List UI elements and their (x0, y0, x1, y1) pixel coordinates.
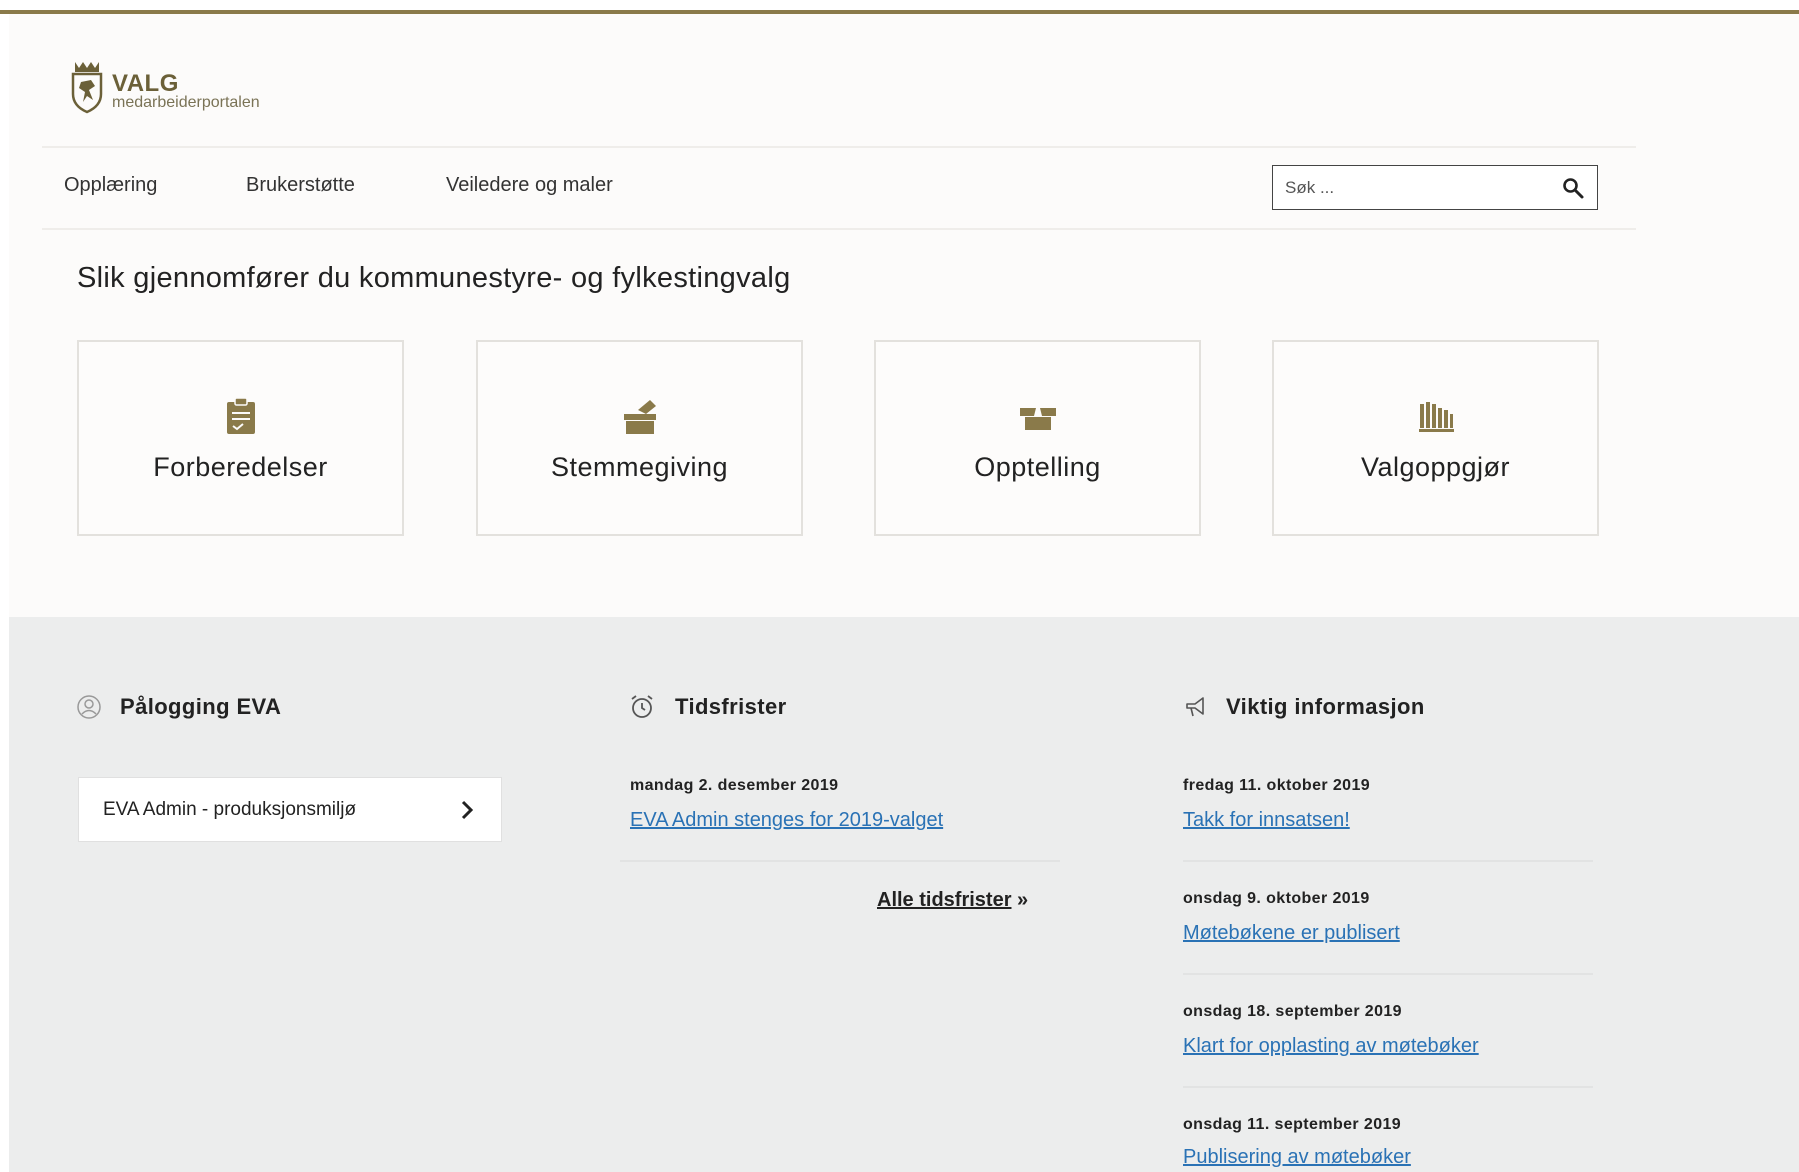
info-heading: Viktig informasjon (1226, 694, 1425, 719)
search-icon[interactable] (1561, 176, 1585, 200)
info-link[interactable]: Møtebøkene er publisert (1183, 922, 1400, 945)
info-separator (1183, 1086, 1593, 1088)
header-divider (42, 146, 1636, 148)
ballot-box-icon (623, 400, 656, 434)
alarm-clock-icon (631, 695, 653, 718)
deadlines-heading: Tidsfrister (675, 694, 787, 719)
open-box-icon (1019, 408, 1056, 430)
info-date: onsdag 9. oktober 2019 (1183, 890, 1370, 907)
card-opptelling[interactable]: Opptelling (874, 340, 1201, 536)
info-date: fredag 11. oktober 2019 (1183, 777, 1371, 794)
info-link[interactable]: Klart for opplasting av møtebøker (1183, 1035, 1479, 1058)
card-label: Stemmegiving (550, 452, 729, 482)
info-link[interactable]: Takk for innsatsen! (1183, 809, 1350, 832)
search-input[interactable] (1283, 172, 1547, 204)
clipboard-icon (226, 397, 255, 434)
card-forberedelser[interactable]: Forberedelser (77, 340, 404, 536)
card-label: Forberedelser (153, 452, 328, 482)
info-separator (1183, 973, 1593, 975)
search-box (1272, 165, 1598, 210)
deadline-date: mandag 2. desember 2019 (630, 777, 839, 794)
deadline-link[interactable]: EVA Admin stenges for 2019-valget (630, 809, 943, 832)
info-separator (1183, 860, 1593, 862)
logo-subtitle: medarbeiderportalen (112, 94, 260, 111)
logo[interactable]: VALG medarbeiderportalen (62, 56, 312, 118)
card-stemmegiving[interactable]: Stemmegiving (476, 340, 803, 536)
all-deadlines-suffix: » (1017, 889, 1029, 911)
nav-item-veiledere[interactable]: Veiledere og maler (446, 174, 613, 197)
deadline-separator (620, 860, 1060, 862)
info-link[interactable]: Publisering av møtebøker (1183, 1146, 1411, 1169)
card-label: Valgoppgjør (1360, 452, 1511, 482)
megaphone-icon (1186, 697, 1204, 717)
nav-divider (42, 228, 1636, 230)
eva-admin-button[interactable]: EVA Admin - produksjonsmiljø (78, 777, 502, 842)
card-label: Opptelling (974, 452, 1101, 482)
all-deadlines-label: Alle tidsfrister (877, 889, 1012, 911)
bar-chart-icon (1418, 402, 1454, 432)
nav-item-brukerstotte[interactable]: Brukerstøtte (246, 174, 355, 197)
page-title: Slik gjennomfører du kommunestyre- og fy… (77, 262, 791, 294)
info-date: onsdag 11. september 2019 (1183, 1116, 1402, 1133)
coat-of-arms-icon (71, 62, 103, 114)
info-date: onsdag 18. september 2019 (1183, 1003, 1402, 1020)
card-valgoppgjor[interactable]: Valgoppgjør (1272, 340, 1599, 536)
login-heading: Pålogging EVA (120, 694, 282, 719)
chevron-right-icon (461, 800, 474, 820)
nav-item-opplaering[interactable]: Opplæring (64, 174, 157, 197)
user-icon (77, 695, 101, 719)
eva-admin-label: EVA Admin - produksjonsmiljø (103, 799, 357, 820)
all-deadlines-link[interactable]: Alle tidsfrister » (877, 889, 1028, 912)
